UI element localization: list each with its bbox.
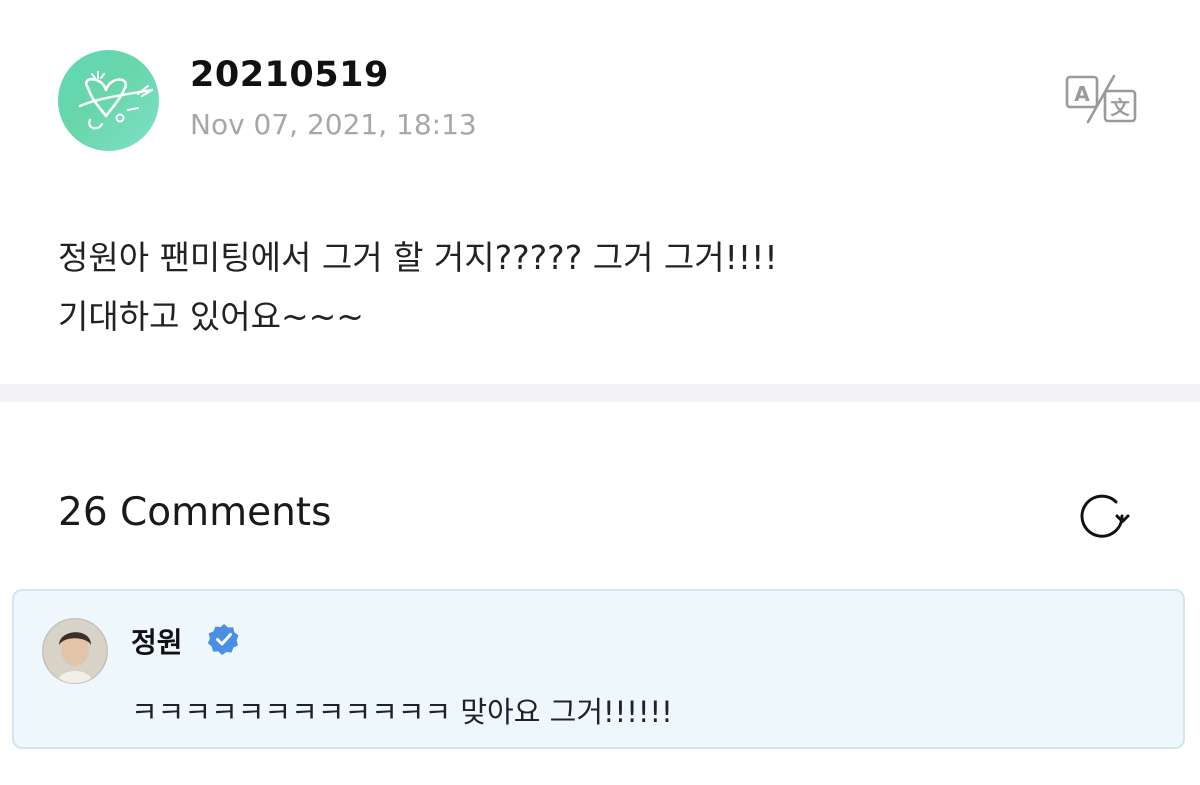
translate-icon: A 文 — [1065, 74, 1137, 124]
verified-badge-icon — [207, 622, 241, 656]
comments-count-heading: 26 Comments — [58, 490, 332, 535]
heart-doodle-icon — [78, 71, 154, 130]
author-avatar[interactable] — [58, 50, 159, 151]
post-body-line: 정원아 팬미팅에서 그거 할 거지????? 그거 그거!!!! — [58, 238, 778, 277]
post-header: 20210519 Nov 07, 2021, 18:13 A 文 — [58, 50, 1158, 155]
post-author-name[interactable]: 20210519 — [190, 55, 389, 95]
commenter-name[interactable]: 정원 — [131, 621, 183, 661]
svg-text:A: A — [1074, 82, 1090, 106]
section-divider — [0, 384, 1200, 402]
post-body-line: 기대하고 있어요~~~ — [58, 297, 364, 336]
refresh-icon — [1080, 494, 1130, 538]
comment-card[interactable]: 정원 ㅋㅋㅋㅋㅋㅋㅋㅋㅋㅋㅋㅋ 맞아요 그거!!!!!! — [12, 589, 1185, 749]
post-timestamp: Nov 07, 2021, 18:13 — [190, 108, 477, 141]
comment-text: ㅋㅋㅋㅋㅋㅋㅋㅋㅋㅋㅋㅋ 맞아요 그거!!!!!! — [131, 695, 673, 729]
translate-button[interactable]: A 文 — [1064, 72, 1140, 126]
commenter-avatar[interactable] — [42, 618, 108, 684]
profile-photo-icon — [43, 619, 107, 683]
refresh-comments-button[interactable] — [1073, 487, 1131, 545]
post-body: 정원아 팬미팅에서 그거 할 거지????? 그거 그거!!!! 기대하고 있어… — [58, 228, 1148, 346]
svg-text:文: 文 — [1110, 96, 1130, 119]
